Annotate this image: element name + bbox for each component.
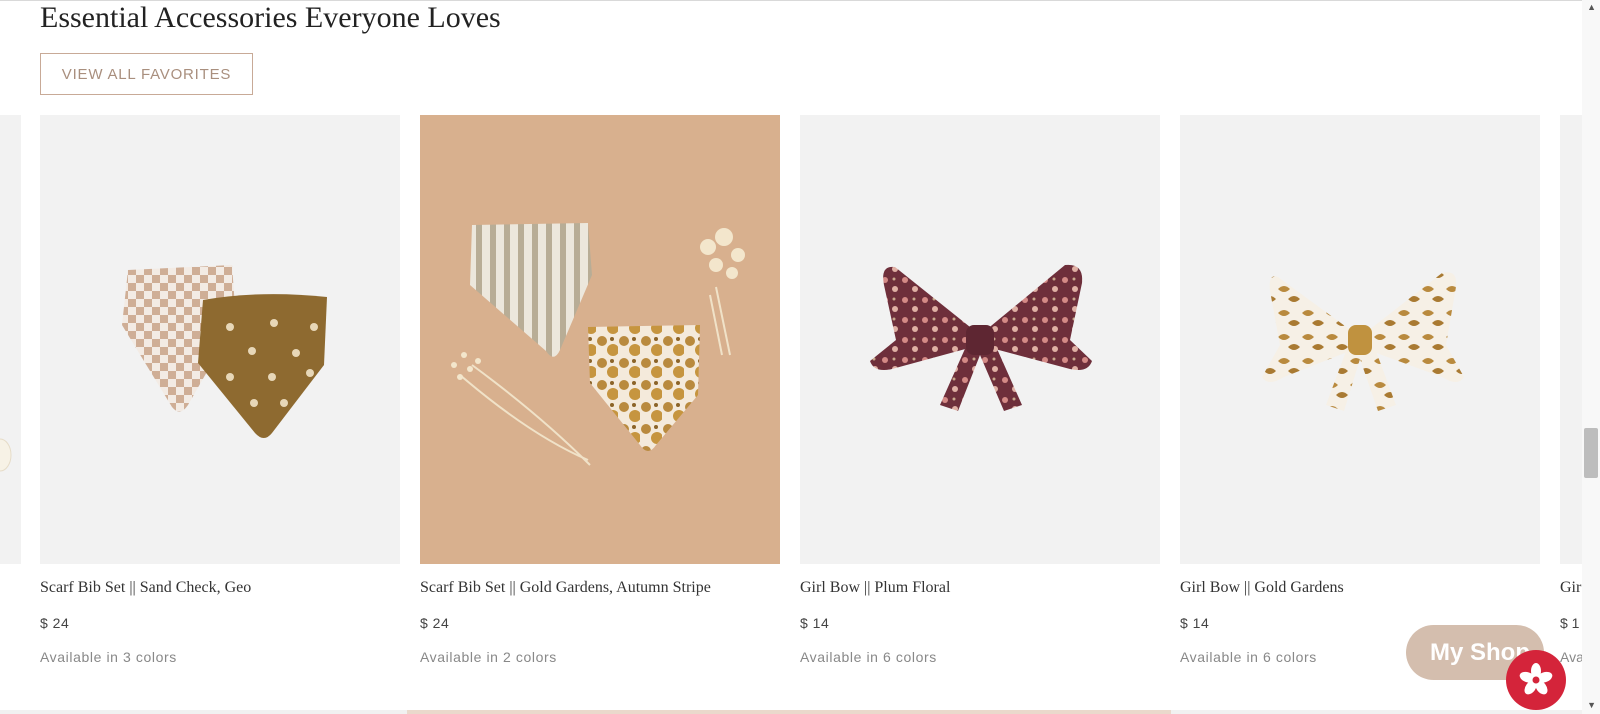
product-image[interactable] bbox=[40, 115, 400, 564]
partial-product-image-left[interactable] bbox=[0, 115, 21, 564]
product-card[interactable]: Scarf Bib Set || Gold Gardens, Autumn St… bbox=[420, 115, 780, 665]
product-price: $ 14 bbox=[1180, 615, 1210, 631]
partial-product-price: $ 1 bbox=[1560, 615, 1580, 631]
product-price: $ 24 bbox=[420, 615, 450, 631]
partial-product-name[interactable]: Gir bbox=[1560, 579, 1581, 597]
scrollbar-thumb[interactable] bbox=[1584, 428, 1598, 478]
product-card[interactable]: Girl Bow || Gold Gardens $ 14 Available … bbox=[1180, 115, 1540, 665]
product-color-count: Available in 2 colors bbox=[420, 649, 557, 665]
flower-icon bbox=[1519, 663, 1553, 695]
flower-menu-button[interactable] bbox=[1506, 650, 1566, 710]
product-image[interactable] bbox=[420, 115, 780, 564]
product-card[interactable]: Girl Bow || Plum Floral $ 14 Available i… bbox=[800, 115, 1160, 665]
scroll-up-arrow-icon[interactable]: ▲ bbox=[1587, 2, 1596, 12]
product-card[interactable]: Scarf Bib Set || Sand Check, Geo $ 24 Av… bbox=[40, 115, 400, 665]
product-carousel[interactable]: Scarf Bib Set || Sand Check, Geo $ 24 Av… bbox=[0, 115, 1582, 675]
product-color-count: Available in 6 colors bbox=[1180, 649, 1317, 665]
product-color-count: Available in 3 colors bbox=[40, 649, 177, 665]
view-all-favorites-button[interactable]: VIEW ALL FAVORITES bbox=[40, 53, 253, 95]
product-image[interactable] bbox=[1180, 115, 1540, 564]
next-section-image-edge bbox=[407, 710, 1171, 714]
product-color-count: Available in 6 colors bbox=[800, 649, 937, 665]
product-name[interactable]: Scarf Bib Set || Gold Gardens, Autumn St… bbox=[420, 579, 711, 597]
product-price: $ 14 bbox=[800, 615, 830, 631]
section-title: Essential Accessories Everyone Loves bbox=[40, 1, 501, 34]
scroll-down-arrow-icon[interactable]: ▼ bbox=[1587, 700, 1596, 710]
product-name[interactable]: Girl Bow || Gold Gardens bbox=[1180, 579, 1344, 597]
partial-product-color-count: Ava bbox=[1560, 649, 1582, 665]
partial-product-image-right[interactable] bbox=[1560, 115, 1582, 564]
product-image[interactable] bbox=[800, 115, 1160, 564]
product-name[interactable]: Scarf Bib Set || Sand Check, Geo bbox=[40, 579, 251, 597]
product-price: $ 24 bbox=[40, 615, 70, 631]
page-scrollbar[interactable]: ▲ ▼ bbox=[1582, 0, 1600, 714]
product-name[interactable]: Girl Bow || Plum Floral bbox=[800, 579, 950, 597]
